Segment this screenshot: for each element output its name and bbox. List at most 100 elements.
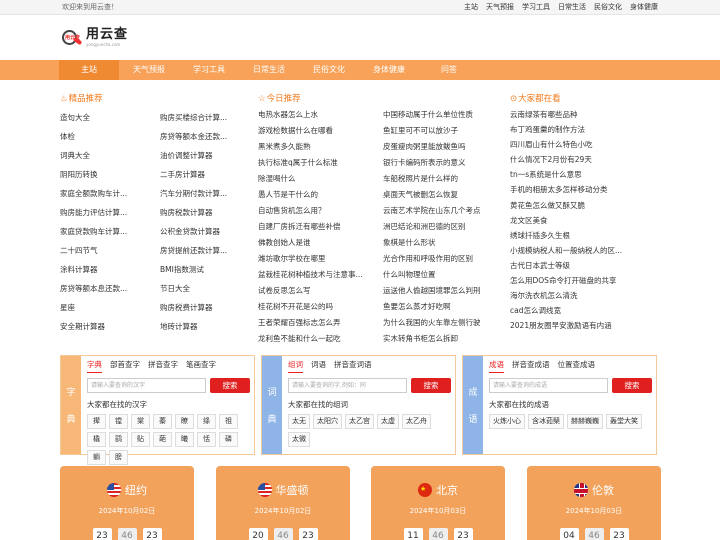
word-search-input[interactable]: 请输入要查询的字,例如：同 — [288, 378, 407, 393]
top-link-folk[interactable]: 民俗文化 — [594, 2, 622, 12]
today-link[interactable]: 光合作用和呼吸作用的区别 — [383, 251, 503, 267]
tab-position-idiom[interactable]: 位置查成语 — [558, 356, 596, 373]
char-chip[interactable]: 躺 — [87, 450, 106, 465]
today-link[interactable]: 自建厂房拆迁有哪些补偿 — [258, 219, 383, 235]
nav-item-main[interactable]: 主站 — [59, 60, 119, 80]
idiom-chip[interactable]: 含冰茹檗 — [528, 414, 564, 429]
top-link-life[interactable]: 日常生活 — [558, 2, 586, 12]
char-chip[interactable]: 磷 — [219, 432, 238, 447]
today-link[interactable]: 除湿喝什么 — [258, 171, 383, 187]
today-link[interactable]: 游戏检数据什么在哪看 — [258, 123, 383, 139]
site-logo[interactable]: 用云查 用云查 yongyuncha.com — [61, 28, 128, 47]
nav-item-health[interactable]: 身体健康 — [359, 60, 419, 80]
char-chip[interactable]: 恬 — [197, 432, 216, 447]
char-search-button[interactable]: 搜索 — [210, 378, 250, 393]
featured-link[interactable]: 房贷提前还款计算... — [160, 241, 245, 260]
word-chip[interactable]: 太乙宫 — [345, 414, 374, 429]
nav-item-folk[interactable]: 民俗文化 — [299, 60, 359, 80]
featured-link[interactable]: 家庭贷款购车计算... — [60, 222, 160, 241]
tab-stroke[interactable]: 笔画查字 — [186, 356, 216, 373]
char-chip[interactable]: 曦 — [175, 432, 194, 447]
tab-radical[interactable]: 部首查字 — [110, 356, 140, 373]
today-link[interactable]: 愚人节是干什么的 — [258, 187, 383, 203]
today-link[interactable]: 桌面天气被删怎么恢复 — [383, 187, 503, 203]
featured-link[interactable]: 涂料计算器 — [60, 260, 160, 279]
char-chip[interactable]: 镗 — [109, 414, 128, 429]
today-link[interactable]: 为什么我国的火车靠左侧行驶 — [383, 315, 503, 331]
nav-item-study[interactable]: 学习工具 — [179, 60, 239, 80]
popular-link[interactable]: tn一s系统是什么意思 — [510, 167, 660, 182]
today-link[interactable]: 洲巴结论和洲巴德的区别 — [383, 219, 503, 235]
today-link[interactable]: 中国移动属于什么单位性质 — [383, 107, 503, 123]
idiom-chip[interactable]: 火炼小心 — [489, 414, 525, 429]
featured-link[interactable]: 房贷等额本息还款... — [60, 279, 160, 298]
popular-link[interactable]: cad怎么调线宽 — [510, 303, 660, 318]
char-chip[interactable]: 贴 — [131, 432, 150, 447]
today-link[interactable]: 试卷反思怎么写 — [258, 283, 383, 299]
today-link[interactable]: 桂花树不开花是公的吗 — [258, 299, 383, 315]
today-link[interactable]: 云南艺术学院在山东几个考点 — [383, 203, 503, 219]
tab-word[interactable]: 词语 — [311, 356, 326, 373]
featured-link[interactable]: 公积金贷款计算器 — [160, 222, 245, 241]
word-chip[interactable]: 太阳穴 — [313, 414, 342, 429]
popular-link[interactable]: 四川眉山有什么特色小吃 — [510, 137, 660, 152]
featured-link[interactable]: BMI指数测试 — [160, 260, 245, 279]
word-chip[interactable]: 太乙舟 — [402, 414, 431, 429]
popular-link[interactable]: 黄花鱼怎么做又酥又脆 — [510, 198, 660, 213]
idiom-chip[interactable]: 轰堂大笑 — [606, 414, 642, 429]
char-chip[interactable]: 橇 — [87, 432, 106, 447]
popular-link[interactable]: 云南绿茶有哪些品种 — [510, 107, 660, 122]
top-link-health[interactable]: 身体健康 — [630, 2, 658, 12]
tab-compose-word[interactable]: 组词 — [288, 356, 303, 373]
char-chip[interactable]: 葩 — [153, 432, 172, 447]
featured-link[interactable]: 地砖计算器 — [160, 317, 245, 336]
word-chip[interactable]: 太无 — [288, 414, 310, 429]
today-link[interactable]: 象棋是什么形状 — [383, 235, 503, 251]
char-chip[interactable]: 蓁 — [153, 414, 172, 429]
popular-link[interactable]: 2021朋友圈早安激励语有内涵 — [510, 318, 660, 333]
popular-link[interactable]: 手机的相册太多怎样移动分类 — [510, 182, 660, 197]
idiom-search-input[interactable]: 请输入要查询的成语 — [489, 378, 608, 393]
idiom-search-button[interactable]: 搜索 — [612, 378, 652, 393]
char-chip[interactable]: 祖 — [219, 414, 238, 429]
char-chip[interactable]: 撵 — [87, 414, 106, 429]
popular-link[interactable]: 海尔洗衣机怎么清洗 — [510, 288, 660, 303]
char-chip[interactable]: 瞭 — [175, 414, 194, 429]
popular-link[interactable]: 怎么用DOS命令打开磁盘的共享 — [510, 273, 660, 288]
today-link[interactable]: 银行卡编码所表示的意义 — [383, 155, 503, 171]
char-search-input[interactable]: 请输入要查询的汉字 — [87, 378, 206, 393]
nav-item-life[interactable]: 日常生活 — [239, 60, 299, 80]
word-chip[interactable]: 太虚 — [377, 414, 399, 429]
today-link[interactable]: 皮蛋瘦肉粥里能放鲅鱼吗 — [383, 139, 503, 155]
popular-link[interactable]: 什么情况下2月份有29天 — [510, 152, 660, 167]
featured-link[interactable]: 星座 — [60, 298, 160, 317]
featured-link[interactable]: 二手房计算器 — [160, 165, 245, 184]
featured-link[interactable]: 造句大全 — [60, 108, 160, 127]
today-link[interactable]: 实木转角书柜怎么拆卸 — [383, 331, 503, 347]
today-link[interactable]: 鱼要怎么蒸才好吃啊 — [383, 299, 503, 315]
today-link[interactable]: 龙利鱼不能和什么一起吃 — [258, 331, 383, 347]
featured-link[interactable]: 体检 — [60, 127, 160, 146]
today-link[interactable]: 自动售货机怎么用？ — [258, 203, 383, 219]
featured-link[interactable]: 汽车分期付款计算... — [160, 184, 245, 203]
featured-link[interactable]: 安全期计算器 — [60, 317, 160, 336]
tab-char[interactable]: 字典 — [87, 356, 102, 373]
tab-pinyin-char[interactable]: 拼音查字 — [148, 356, 178, 373]
today-link[interactable]: 潍坊歌尔学校在哪里 — [258, 251, 383, 267]
top-link-study[interactable]: 学习工具 — [522, 2, 550, 12]
char-chip[interactable]: 膀 — [109, 450, 128, 465]
tab-pinyin-word[interactable]: 拼音查词语 — [334, 356, 372, 373]
featured-link[interactable]: 油价调整计算器 — [160, 146, 245, 165]
nav-item-qa[interactable]: 问答 — [419, 60, 479, 80]
word-chip[interactable]: 太微 — [288, 432, 310, 447]
featured-link[interactable]: 购房能力评估计算... — [60, 203, 160, 222]
featured-link[interactable]: 二十四节气 — [60, 241, 160, 260]
featured-link[interactable]: 节日大全 — [160, 279, 245, 298]
popular-link[interactable]: 龙文区美食 — [510, 213, 660, 228]
today-link[interactable]: 运送他人偷越国境罪怎么判刑 — [383, 283, 503, 299]
tab-pinyin-idiom[interactable]: 拼音查成语 — [512, 356, 550, 373]
popular-link[interactable]: 古代日本武士等级 — [510, 258, 660, 273]
top-link-main[interactable]: 主站 — [464, 2, 478, 12]
char-chip[interactable]: 鹞 — [109, 432, 128, 447]
featured-link[interactable]: 词典大全 — [60, 146, 160, 165]
